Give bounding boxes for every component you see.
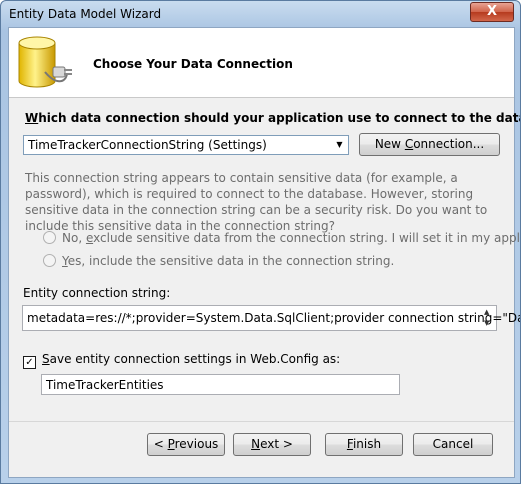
entity-name-value: TimeTrackerEntities — [46, 378, 164, 392]
new-connection-button[interactable]: New Connection... — [359, 133, 500, 156]
window-title: Entity Data Model Wizard — [9, 7, 162, 21]
save-settings-checkbox[interactable]: ✓ — [23, 356, 36, 369]
scroll-down-icon[interactable]: ▼ — [484, 318, 494, 329]
scroll-spinner[interactable]: ▲ ▼ — [484, 307, 494, 329]
cancel-button[interactable]: Cancel — [413, 433, 493, 456]
title-bar[interactable]: Entity Data Model Wizard X — [1, 1, 520, 27]
radio-exclude-sensitive[interactable]: No, exclude sensitive data from the conn… — [43, 231, 520, 245]
footer-divider — [9, 421, 514, 422]
connection-select[interactable]: TimeTrackerConnectionString (Settings) ▼ — [23, 135, 349, 155]
page-title: Choose Your Data Connection — [93, 57, 293, 71]
scroll-up-icon[interactable]: ▲ — [484, 307, 494, 318]
sensitive-data-warning: This connection string appears to contai… — [25, 171, 488, 233]
connection-question-label: Which data connection should your applic… — [25, 111, 521, 125]
radio-button[interactable] — [43, 254, 56, 267]
entity-connection-label: Entity connection string: — [23, 286, 171, 300]
close-icon: X — [486, 4, 498, 19]
radio-button[interactable] — [43, 231, 56, 244]
close-button[interactable]: X — [470, 2, 514, 22]
entity-connection-string-field[interactable]: metadata=res://*;provider=System.Data.Sq… — [22, 305, 520, 331]
wizard-client-area: Choose Your Data Connection Which data c… — [8, 27, 520, 478]
finish-button[interactable]: Finish — [325, 433, 403, 456]
entity-connection-string-value: metadata=res://*;provider=System.Data.Sq… — [27, 311, 521, 325]
radio-include-sensitive[interactable]: Yes, include the sensitive data in the c… — [43, 254, 394, 268]
chevron-down-icon[interactable]: ▼ — [331, 136, 348, 154]
database-plug-icon — [15, 34, 75, 95]
connection-select-value: TimeTrackerConnectionString (Settings) — [28, 138, 267, 152]
previous-button[interactable]: < Previous — [147, 433, 225, 456]
wizard-window: Entity Data Model Wizard X Choose Your D… — [0, 0, 521, 484]
save-settings-row[interactable]: ✓ Save entity connection settings in Web.… — [23, 352, 340, 369]
next-button[interactable]: Next > — [233, 433, 311, 456]
header-band: Choose Your Data Connection — [9, 28, 514, 98]
entity-name-input[interactable]: TimeTrackerEntities — [41, 374, 400, 395]
